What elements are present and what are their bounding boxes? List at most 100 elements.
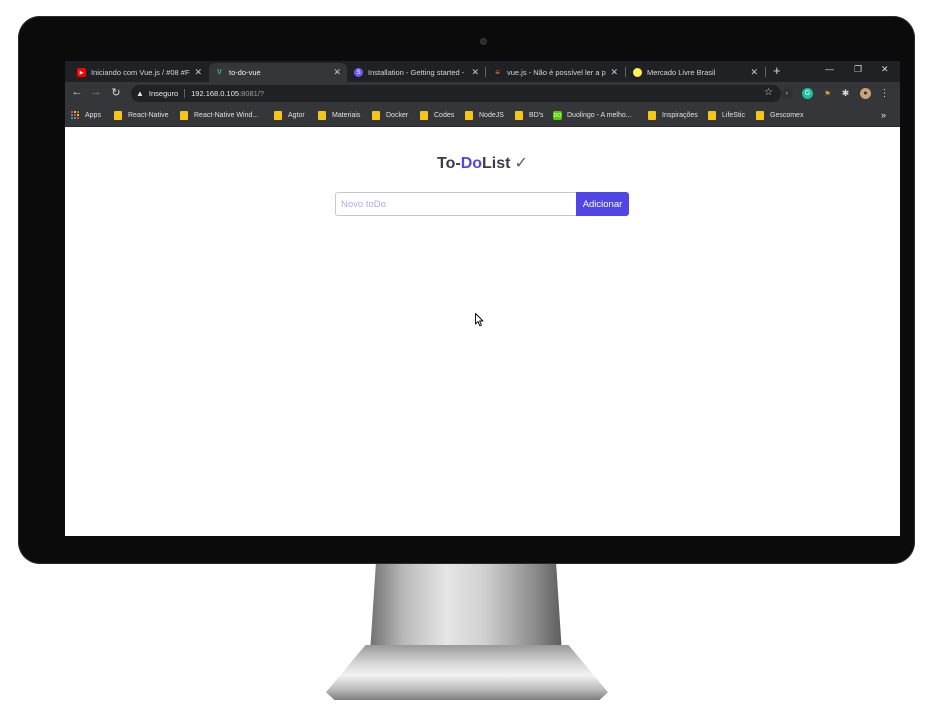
screen: ▶ Iniciando com Vue.js / #08 #F ✕ V to-d… <box>65 61 900 536</box>
title-part: List <box>482 155 511 172</box>
bookmark-label: React-Native Wind... <box>194 112 259 119</box>
minimize-button[interactable]: — <box>825 64 834 74</box>
warning-icon: ▲ <box>136 89 144 98</box>
monitor-stand-neck <box>369 564 563 654</box>
tab-label: vue.js - Não é possível ler a pr <box>507 68 607 77</box>
bookmark-folder[interactable]: React-Native Wind... <box>180 111 258 120</box>
bookmark-label: Agtor <box>288 112 305 119</box>
apps-grid-icon <box>71 111 79 119</box>
folder-icon <box>515 111 523 120</box>
page-content: To-DoList✓ Adicionar <box>65 128 900 536</box>
close-window-button[interactable]: ✕ <box>881 64 889 75</box>
youtube-icon: ▶ <box>77 68 86 77</box>
bookmark-label: BD's <box>529 112 544 119</box>
bookmarks-overflow-icon[interactable]: » <box>881 110 886 120</box>
security-label[interactable]: Inseguro <box>149 89 178 98</box>
folder-icon <box>114 111 122 120</box>
bookmarks-bar: Apps React-Native React-Native Wind... A… <box>65 105 900 127</box>
add-todo-button[interactable]: Adicionar <box>576 192 629 216</box>
check-icon: ✓ <box>514 155 528 172</box>
new-tab-button[interactable]: + <box>773 64 781 78</box>
back-arrow-icon[interactable]: ← <box>70 86 84 98</box>
monitor-stand-base <box>326 645 608 700</box>
stackoverflow-icon: ≡ <box>495 68 500 77</box>
bookmark-label: Materiais <box>332 112 361 119</box>
close-tab-icon[interactable]: ✕ <box>471 67 479 78</box>
bookmark-folder[interactable]: React-Native <box>114 111 168 120</box>
bookmark-label: React-Native <box>128 112 169 119</box>
title-part: To- <box>437 155 461 172</box>
mercadolivre-icon <box>633 68 642 77</box>
bookmark-folder[interactable]: LifeStic <box>708 111 745 120</box>
tab-separator <box>765 67 766 77</box>
tab-label: Iniciando com Vue.js / #08 #F <box>91 68 190 77</box>
bookmark-label: NodeJS <box>479 112 504 119</box>
monitor-bezel: ▶ Iniciando com Vue.js / #08 #F ✕ V to-d… <box>18 16 915 564</box>
bookmark-apps[interactable]: Apps <box>71 111 101 119</box>
reload-icon[interactable]: ↻ <box>109 86 123 99</box>
tab-bar: ▶ Iniciando com Vue.js / #08 #F ✕ V to-d… <box>65 61 900 82</box>
tab-iniciando-vue[interactable]: ▶ Iniciando com Vue.js / #08 #F ✕ <box>71 63 208 82</box>
stage: ▶ Iniciando com Vue.js / #08 #F ✕ V to-d… <box>0 0 932 720</box>
folder-icon <box>756 111 764 120</box>
browser-toolbar: ← → ↻ ▲ Inseguro 192.168.0.105 :8081/? ☆… <box>65 82 900 105</box>
tab-separator <box>485 67 486 77</box>
tab-separator <box>625 67 626 77</box>
more-menu-icon[interactable]: ⋮ <box>879 88 890 99</box>
avatar[interactable]: ● <box>860 88 871 99</box>
url-path: :8081/? <box>239 89 265 98</box>
bookmark-duolingo[interactable]: DO Duolingo - A melho... <box>553 111 632 120</box>
address-bar[interactable]: ▲ Inseguro 192.168.0.105 :8081/? ☆ <box>131 85 781 102</box>
bookmark-label: Codes <box>434 112 455 119</box>
bookmark-star-icon[interactable]: ☆ <box>764 87 773 98</box>
todo-form: Adicionar <box>335 192 629 216</box>
flag-extension-icon[interactable]: ⚑ <box>822 88 833 99</box>
tab-to-do-vue[interactable]: V to-do-vue ✕ <box>209 63 347 82</box>
bookmark-label: Apps <box>85 111 101 119</box>
bookmark-folder[interactable]: Agtor <box>274 111 305 120</box>
url-host: 192.168.0.105 <box>191 89 240 98</box>
bookmark-folder[interactable]: Materiais <box>318 111 360 120</box>
bookmark-label: LifeStic <box>722 112 745 119</box>
bookmark-label: Docker <box>386 112 409 119</box>
extension-icon[interactable]: ◐ <box>782 88 793 99</box>
folder-icon <box>708 111 716 120</box>
folder-icon <box>180 111 188 120</box>
duolingo-icon: DO <box>553 111 562 120</box>
page-title: To-DoList ✓ <box>437 153 528 173</box>
bookmark-label: Inspirações <box>662 112 698 119</box>
folder-icon <box>465 111 473 120</box>
grammarly-icon[interactable]: G <box>802 88 813 99</box>
bookmark-folder[interactable]: BD's <box>515 111 544 120</box>
close-tab-icon[interactable]: ✕ <box>194 67 202 78</box>
folder-icon <box>648 111 656 120</box>
puzzle-icon[interactable]: ✱ <box>840 88 851 99</box>
close-tab-icon[interactable]: ✕ <box>333 67 341 78</box>
close-tab-icon[interactable]: ✕ <box>610 67 618 78</box>
bookmark-folder[interactable]: Inspirações <box>648 111 698 120</box>
close-tab-icon[interactable]: ✕ <box>750 67 758 78</box>
mouse-pointer-icon <box>475 313 484 327</box>
maximize-button[interactable]: ❐ <box>854 64 862 75</box>
bookmark-folder[interactable]: Gescomex <box>756 111 803 120</box>
new-todo-input[interactable] <box>335 192 576 216</box>
tab-label: Installation - Getting started - <box>368 68 465 77</box>
bookmark-folder[interactable]: Codes <box>420 111 454 120</box>
bookmark-folder[interactable]: Docker <box>372 111 408 120</box>
bookmark-folder[interactable]: NodeJS <box>465 111 504 120</box>
folder-icon <box>420 111 428 120</box>
bookmark-label: Duolingo - A melho... <box>567 112 632 119</box>
tailwind-icon: S <box>354 68 363 77</box>
tab-installation[interactable]: S Installation - Getting started - ✕ <box>348 63 485 82</box>
address-divider <box>184 89 186 98</box>
title-accent: Do <box>460 155 483 172</box>
tab-mercado-livre[interactable]: Mercado Livre Brasil ✕ <box>627 63 764 82</box>
folder-icon <box>372 111 380 120</box>
forward-arrow-icon[interactable]: → <box>89 86 103 98</box>
bookmark-label: Gescomex <box>770 112 804 119</box>
tab-label: Mercado Livre Brasil <box>647 68 716 77</box>
vue-icon: V <box>217 69 222 76</box>
webcam-icon <box>480 38 487 45</box>
tab-stackoverflow[interactable]: ≡ vue.js - Não é possível ler a pr ✕ <box>487 63 624 82</box>
tab-label: to-do-vue <box>229 68 261 77</box>
